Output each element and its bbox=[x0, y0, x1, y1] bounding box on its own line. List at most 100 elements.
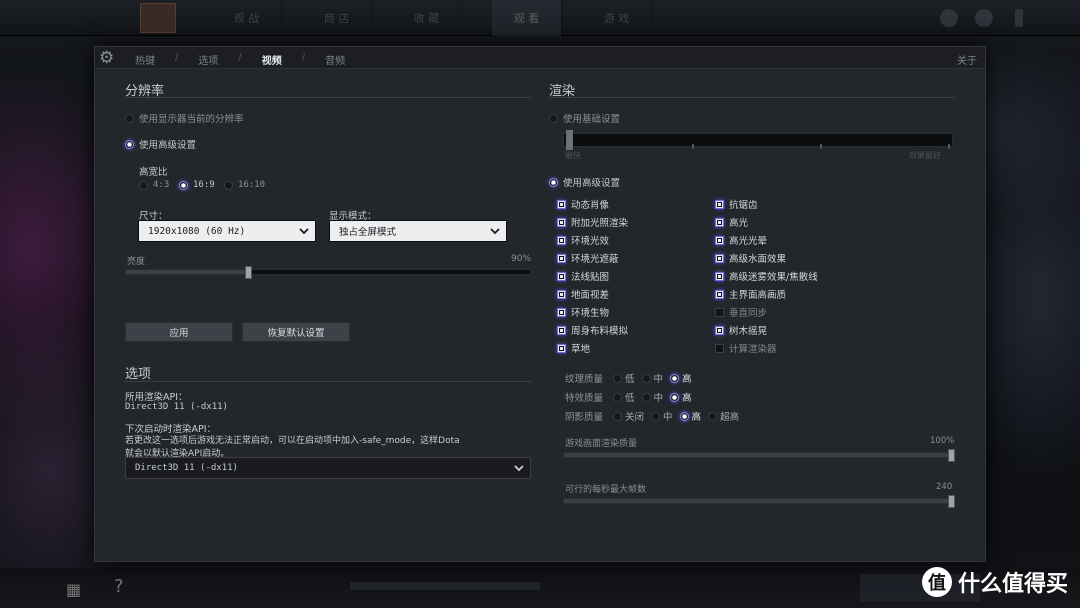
effects-low-radio[interactable]: 低 bbox=[613, 390, 635, 404]
restore-defaults-button[interactable]: 恢复默认设置 bbox=[242, 322, 350, 342]
help-icon[interactable]: ? bbox=[114, 576, 124, 597]
max-fps-slider-thumb[interactable] bbox=[948, 495, 955, 508]
effects-mid-label: 中 bbox=[653, 393, 664, 404]
render-checkbox[interactable]: 草地 bbox=[557, 341, 590, 355]
radio-dot bbox=[670, 373, 680, 383]
slider-tick bbox=[820, 144, 822, 149]
shadow-high-radio[interactable]: 高 bbox=[679, 409, 702, 423]
render-api-select[interactable]: Direct3D 11 (-dx11) bbox=[125, 457, 531, 479]
shadow-ultra-label: 超高 bbox=[720, 412, 740, 423]
checkbox-checked-icon bbox=[715, 235, 724, 245]
checkbox-checked-icon bbox=[557, 235, 566, 245]
use-basic-render-radio[interactable]: 使用基础设置 bbox=[549, 111, 620, 125]
shadow-ultra-radio[interactable]: 超高 bbox=[708, 409, 739, 423]
shadow-off-radio[interactable]: 关闭 bbox=[613, 409, 644, 423]
aspect-16-9-radio[interactable]: 16:9 bbox=[179, 180, 215, 190]
render-quality-slider-thumb[interactable] bbox=[948, 449, 955, 462]
menu-icon[interactable] bbox=[1015, 9, 1023, 27]
brightness-slider-thumb[interactable] bbox=[245, 266, 252, 279]
render-checkbox[interactable]: 环境生物 bbox=[557, 305, 609, 319]
slider-tick bbox=[948, 144, 950, 149]
radio-dot bbox=[139, 180, 148, 190]
render-checkbox[interactable]: 高光 bbox=[715, 215, 748, 229]
render-checkbox[interactable]: 高级水面效果 bbox=[715, 251, 786, 265]
dota-logo-icon[interactable] bbox=[140, 3, 176, 33]
display-mode-select[interactable]: 独占全屏模式 bbox=[329, 220, 507, 242]
render-api-value: Direct3D 11 (-dx11) bbox=[135, 463, 238, 473]
grid-icon[interactable]: ▦ bbox=[66, 580, 81, 599]
profile-icon[interactable] bbox=[940, 9, 958, 27]
texture-quality-label: 纹理质量 bbox=[565, 374, 604, 385]
section-divider bbox=[125, 97, 531, 98]
current-api-value: Direct3D 11 (-dx11) bbox=[125, 402, 228, 412]
resolution-size-select[interactable]: 1920x1080 (60 Hz) bbox=[138, 220, 316, 242]
checkbox-checked-icon bbox=[715, 325, 724, 335]
checkbox-checked-icon bbox=[557, 217, 566, 227]
render-checkbox[interactable]: 法线贴图 bbox=[557, 269, 609, 283]
display-mode-value: 独占全屏模式 bbox=[339, 227, 397, 238]
tab-options[interactable]: 选项 bbox=[198, 52, 218, 67]
render-checkbox[interactable]: 抗锯齿 bbox=[715, 197, 758, 211]
settings-panel: ⚙ 热键 / 选项 / 视频 / 音频 关于 分辨率 使用显示器当前的分辨率 使… bbox=[94, 46, 986, 562]
render-checkbox[interactable]: 环境光效 bbox=[557, 233, 609, 247]
effects-high-radio[interactable]: 高 bbox=[670, 390, 692, 404]
render-checkbox-label: 高光 bbox=[729, 218, 749, 229]
checkbox-checked-icon bbox=[557, 289, 566, 299]
radio-dot bbox=[549, 113, 558, 123]
render-checkbox-label: 抗锯齿 bbox=[729, 200, 758, 211]
use-advanced-resolution-label: 使用高级设置 bbox=[139, 140, 197, 151]
use-monitor-resolution-radio[interactable]: 使用显示器当前的分辨率 bbox=[125, 111, 244, 125]
texture-mid-radio[interactable]: 中 bbox=[641, 371, 663, 385]
radio-dot bbox=[651, 411, 661, 421]
friends-icon[interactable] bbox=[975, 9, 993, 27]
top-tab-5[interactable]: 游 戏 bbox=[582, 0, 652, 36]
render-checkbox[interactable]: 树木摇晃 bbox=[715, 323, 767, 337]
render-checkbox[interactable]: 高光光晕 bbox=[715, 233, 767, 247]
checkbox-checked-icon bbox=[715, 253, 724, 263]
render-checkbox[interactable]: 高级迷雾效果/焦散线 bbox=[715, 269, 818, 283]
use-advanced-resolution-radio[interactable]: 使用高级设置 bbox=[125, 137, 196, 151]
top-tab-2[interactable]: 商 店 bbox=[302, 0, 372, 36]
aspect-16-10-radio[interactable]: 16:10 bbox=[224, 180, 265, 190]
shadow-mid-radio[interactable]: 中 bbox=[651, 409, 673, 423]
render-checkbox[interactable]: 环境光遮蔽 bbox=[557, 251, 619, 265]
use-advanced-render-radio[interactable]: 使用高级设置 bbox=[549, 175, 620, 189]
apply-button[interactable]: 应用 bbox=[125, 322, 233, 342]
texture-low-radio[interactable]: 低 bbox=[613, 371, 635, 385]
aspect-16-10-label: 16:10 bbox=[238, 180, 266, 190]
about-link[interactable]: 关于 bbox=[957, 52, 977, 67]
shadow-quality-label: 阴影质量 bbox=[565, 412, 604, 423]
basic-quality-slider[interactable] bbox=[563, 130, 953, 150]
render-checkbox[interactable]: 计算渲染器 bbox=[715, 341, 777, 355]
render-quality-slider[interactable] bbox=[563, 449, 955, 462]
effects-mid-radio[interactable]: 中 bbox=[641, 390, 664, 404]
aspect-4-3-label: 4:3 bbox=[153, 180, 170, 190]
tab-video[interactable]: 视频 bbox=[262, 52, 282, 67]
render-checkbox[interactable]: 动态肖像 bbox=[557, 197, 609, 211]
brightness-slider[interactable] bbox=[125, 266, 531, 279]
texture-high-label: 高 bbox=[682, 374, 692, 385]
render-checkbox[interactable]: 地面视差 bbox=[557, 287, 609, 301]
texture-high-radio[interactable]: 高 bbox=[670, 371, 692, 385]
aspect-4-3-radio[interactable]: 4:3 bbox=[139, 180, 169, 190]
top-tab-3[interactable]: 收 藏 bbox=[392, 0, 462, 36]
shadow-off-label: 关闭 bbox=[625, 412, 645, 423]
max-fps-slider[interactable] bbox=[563, 495, 955, 508]
top-tab-1[interactable]: 观 战 bbox=[212, 0, 282, 36]
radio-dot bbox=[708, 411, 718, 421]
chevron-down-icon bbox=[490, 228, 500, 235]
render-checkbox-label: 地面视差 bbox=[571, 290, 610, 301]
tab-hotkeys[interactable]: 热键 bbox=[135, 52, 155, 67]
effects-low-label: 低 bbox=[625, 393, 635, 404]
options-title: 选项 bbox=[125, 367, 152, 382]
render-checkbox[interactable]: 主界面高画质 bbox=[715, 287, 786, 301]
checkbox-checked-icon bbox=[557, 343, 566, 353]
render-checkbox[interactable]: 垂直同步 bbox=[715, 305, 767, 319]
render-checkbox[interactable]: 周身布料模拟 bbox=[557, 323, 628, 337]
shadow-high-label: 高 bbox=[691, 412, 702, 423]
basic-quality-slider-thumb[interactable] bbox=[566, 130, 573, 150]
radio-dot bbox=[125, 113, 134, 123]
render-checkbox[interactable]: 附加光照渲染 bbox=[557, 215, 628, 229]
tab-audio[interactable]: 音频 bbox=[325, 52, 345, 67]
top-tab-4[interactable]: 观 看 bbox=[492, 0, 562, 36]
